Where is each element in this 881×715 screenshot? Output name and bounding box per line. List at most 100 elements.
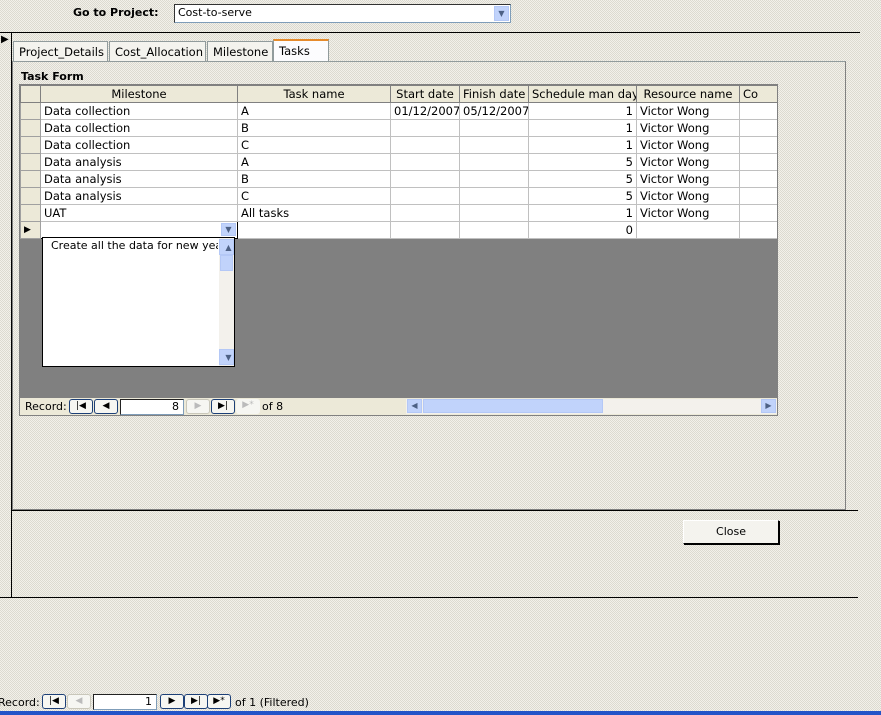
table-cell[interactable]: 1 [528,136,637,154]
row-selector[interactable] [20,187,41,205]
col-finish-date[interactable]: Finish date [459,85,529,103]
milestone-combo-input[interactable]: ▼ [40,221,238,239]
table-cell[interactable]: 1 [528,119,637,137]
table-cell[interactable]: 1 [528,102,637,120]
table-cell[interactable] [459,204,529,222]
col-milestone[interactable]: Milestone [40,85,238,103]
tab-project-details[interactable]: Project_Details [13,41,108,62]
cell[interactable] [237,221,391,239]
current-row-icon[interactable]: ▶ [20,221,41,239]
table-cell[interactable]: B [237,170,391,188]
table-cell[interactable] [739,102,777,120]
table-cell[interactable] [459,153,529,171]
next-record-button[interactable]: ▶ [160,694,184,709]
table-cell[interactable]: Data collection [40,119,238,137]
prev-record-button[interactable]: ◀ [94,399,118,414]
col-start-date[interactable]: Start date [390,85,460,103]
scroll-down-icon[interactable]: ▼ [219,349,234,365]
row-selector[interactable] [20,170,41,188]
record-number-input[interactable]: 1 [93,694,157,710]
col-resource-name[interactable]: Resource name [636,85,740,103]
col-co[interactable]: Co [739,85,777,103]
table-cell[interactable] [739,153,777,171]
table-cell[interactable]: Data analysis [40,153,238,171]
scroll-thumb[interactable] [423,399,603,413]
tab-cost-allocation[interactable]: Cost_Allocation [109,41,206,62]
col-task-name[interactable]: Task name [237,85,391,103]
horizontal-scrollbar[interactable]: ◀ ▶ [406,399,777,414]
project-combo[interactable]: Cost-to-serve ▼ [174,4,511,23]
table-cell[interactable]: Data analysis [40,187,238,205]
cell[interactable] [636,221,740,239]
cell-schedule[interactable]: 0 [528,221,637,239]
cell[interactable] [459,221,529,239]
table-cell[interactable]: 1 [528,204,637,222]
row-selector[interactable] [20,136,41,154]
table-cell[interactable]: Victor Wong [636,153,740,171]
last-record-button[interactable]: ▶| [184,694,208,709]
first-record-button[interactable]: |◀ [42,694,66,709]
tab-milestone[interactable]: Milestone [207,41,273,62]
cell[interactable] [739,221,777,239]
table-cell[interactable]: A [237,102,391,120]
table-cell[interactable]: C [237,136,391,154]
table-cell[interactable] [739,170,777,188]
table-cell[interactable]: Victor Wong [636,136,740,154]
table-cell[interactable] [739,119,777,137]
row-selector[interactable] [20,102,41,120]
scroll-left-icon[interactable]: ◀ [407,399,422,413]
table-cell[interactable]: 5 [528,187,637,205]
row-selector[interactable] [20,153,41,171]
table-cell[interactable]: C [237,187,391,205]
tab-tasks[interactable]: Tasks [273,39,329,62]
table-cell[interactable]: B [237,119,391,137]
table-cell[interactable]: A [237,153,391,171]
new-record-button[interactable]: ▶* [236,399,260,414]
last-record-button[interactable]: ▶| [211,399,235,414]
table-cell[interactable] [459,187,529,205]
table-cell[interactable]: 5 [528,153,637,171]
table-cell[interactable]: Victor Wong [636,170,740,188]
table-cell[interactable] [390,204,460,222]
cell[interactable] [390,221,460,239]
chevron-down-icon[interactable]: ▼ [221,223,236,236]
table-cell[interactable]: Victor Wong [636,102,740,120]
scroll-up-icon[interactable]: ▲ [219,239,234,255]
table-cell[interactable]: Data analysis [40,170,238,188]
table-cell[interactable] [390,187,460,205]
close-button[interactable]: Close [683,520,779,544]
table-cell[interactable] [459,136,529,154]
table-cell[interactable]: Victor Wong [636,187,740,205]
table-cell[interactable] [390,153,460,171]
table-cell[interactable]: Victor Wong [636,119,740,137]
table-cell[interactable]: Data collection [40,136,238,154]
first-record-button[interactable]: |◀ [69,399,93,414]
table-cell[interactable]: 01/12/2007 [390,102,460,120]
table-cell[interactable] [459,170,529,188]
table-cell[interactable]: Victor Wong [636,204,740,222]
dropdown-scrollbar[interactable]: ▲ ▼ [219,238,234,366]
next-record-button[interactable]: ▶ [186,399,210,414]
table-cell[interactable] [390,136,460,154]
table-cell[interactable] [390,170,460,188]
chevron-down-icon[interactable]: ▼ [494,6,509,21]
record-number-input[interactable]: 8 [120,399,184,415]
table-cell[interactable]: Data collection [40,102,238,120]
table-cell[interactable] [390,119,460,137]
table-cell[interactable]: UAT [40,204,238,222]
table-cell[interactable] [739,204,777,222]
scroll-right-icon[interactable]: ▶ [761,399,776,413]
select-all[interactable] [20,85,41,103]
new-record-button[interactable]: ▶* [207,694,231,709]
prev-record-button[interactable]: ◀ [67,694,91,709]
milestone-dropdown-list[interactable]: Create all the data for new yearDelete a… [42,237,235,367]
col-schedule-man-day[interactable]: Schedule man day [528,85,637,103]
row-selector[interactable] [20,204,41,222]
table-cell[interactable] [739,136,777,154]
dropdown-item[interactable]: Create all the data for new year [47,238,218,254]
row-selector[interactable] [20,119,41,137]
table-cell[interactable]: 05/12/2007 [459,102,529,120]
scroll-thumb[interactable] [220,255,233,271]
table-cell[interactable]: All tasks [237,204,391,222]
table-cell[interactable]: 5 [528,170,637,188]
